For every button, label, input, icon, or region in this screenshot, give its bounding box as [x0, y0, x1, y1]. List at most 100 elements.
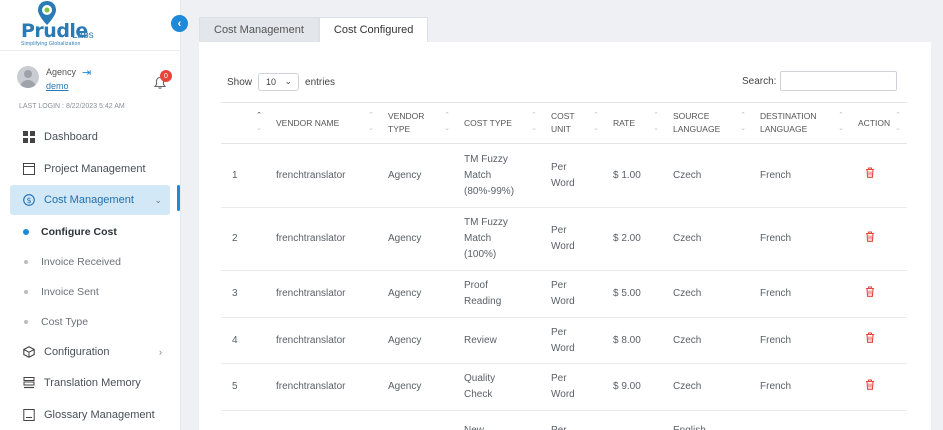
cost-unit-cell: Per Word — [543, 270, 605, 318]
trash-icon[interactable] — [865, 332, 875, 343]
action-cell — [850, 410, 907, 430]
action-cell — [850, 363, 907, 411]
col-header-action[interactable]: ACTION ⌃ ⌄ — [850, 102, 907, 144]
user-name-link[interactable]: demo — [46, 81, 69, 91]
entries-value: 10 — [266, 77, 277, 87]
action-cell — [850, 270, 907, 318]
col-header-source-language[interactable]: SOURCE LANGUAGE ⌃ ⌄ — [665, 102, 752, 144]
vendor-type-cell — [380, 410, 456, 430]
entries-label: entries — [305, 76, 336, 88]
trash-icon[interactable] — [865, 167, 875, 178]
chevron-down-icon: ⌄ — [154, 194, 162, 205]
logout-icon[interactable]: ⇥ — [82, 66, 91, 79]
entries-select[interactable]: 10 ⌄ — [258, 73, 300, 91]
col-header-rate[interactable]: RATE ⌃ ⌄ — [605, 102, 665, 144]
search-input[interactable] — [780, 71, 898, 91]
sidebar-subitem-configure-cost[interactable]: Configure Cost — [10, 217, 170, 247]
col-header-index[interactable]: ⌃ ⌄ — [221, 102, 268, 144]
sidebar-item-glossary-management[interactable]: Glossary Management — [10, 400, 170, 430]
vendor-name-cell: frenchtranslator — [268, 270, 380, 318]
vendor-name-cell: frenchtranslator — [268, 207, 380, 271]
rate-cell: $ 8.00 — [605, 317, 665, 364]
cost-unit-line: Word — [551, 296, 575, 307]
cost-type-cell: Proof Reading — [456, 270, 543, 318]
cost-unit-cell: Per — [543, 410, 605, 430]
sidebar-subitem-cost-type[interactable]: Cost Type — [10, 307, 170, 337]
rate-cell: $ 5.00 — [605, 270, 665, 318]
sort-icon: ⌃ ⌄ — [256, 112, 262, 132]
brand-tagline: Simplifying Globalization — [21, 41, 81, 47]
sidebar-subitem-label: Configure Cost — [41, 225, 117, 238]
bullet-icon — [23, 228, 29, 235]
cost-unit-line: Per — [551, 161, 567, 173]
sort-icon: ⌃ ⌄ — [653, 112, 659, 132]
stack-icon — [22, 376, 36, 390]
chevron-right-icon: › — [159, 346, 162, 357]
row-index: 5 — [221, 363, 268, 411]
trash-icon[interactable] — [865, 378, 875, 390]
tab-cost-management[interactable]: Cost Management — [199, 17, 319, 43]
sidebar-divider — [0, 50, 181, 51]
sidebar-subitem-label: Invoice Sent — [41, 285, 99, 298]
source-language-cell: Czech — [665, 270, 752, 318]
sort-icon: ⌃ ⌄ — [593, 112, 599, 132]
vendor-name-cell: frenchtranslator — [268, 317, 380, 364]
col-header-cost-type[interactable]: COST TYPE ⌃ ⌄ — [456, 102, 543, 144]
vendor-type-cell: Agency — [380, 363, 456, 411]
vendor-type-cell: Agency — [380, 270, 456, 318]
last-login: LAST LOGIN : 8/22/2023 5:42 AM — [19, 103, 125, 110]
content-panel: Show 10 ⌄ entries Search: ⌃ ⌄ VENDOR NAME… — [199, 42, 931, 430]
col-header-vendor-type[interactable]: VENDOR TYPE ⌃ ⌄ — [380, 102, 456, 144]
sidebar-item-project-management[interactable]: Project Management — [10, 154, 170, 184]
cost-unit-cell: Per Word — [543, 317, 605, 364]
destination-language-cell — [752, 410, 850, 430]
cost-unit-line: Per — [551, 326, 567, 338]
trash-icon[interactable] — [865, 285, 875, 297]
source-language-cell: Czech — [665, 317, 752, 364]
cost-type-line: Match — [464, 233, 492, 244]
entries-control: Show 10 ⌄ entries — [227, 73, 335, 91]
action-cell — [850, 143, 907, 208]
destination-language-cell: French — [752, 363, 850, 411]
table-row: New Per English — [221, 410, 907, 430]
notification-badge: 0 — [160, 70, 172, 82]
sidebar-item-label: Cost Management — [44, 194, 134, 206]
sidebar: Prudle Labs Simplifying Globalization Ag… — [0, 0, 181, 430]
col-header-destination-language[interactable]: DESTINATION LANGUAGE ⌃ ⌄ — [752, 102, 850, 144]
brand-logo[interactable]: Prudle Labs Simplifying Globalization — [20, 0, 140, 50]
table-row: 2 frenchtranslator Agency TM Fuzzy Match (100… — [221, 207, 907, 271]
cost-type-cell: Quality Check — [456, 363, 543, 411]
sidebar-item-translation-memory[interactable]: Translation Memory — [10, 368, 170, 398]
sidebar-item-label: Glossary Management — [44, 408, 155, 421]
trash-icon[interactable] — [865, 230, 875, 242]
sort-icon: ⌃ ⌄ — [368, 112, 374, 132]
sidebar-subitem-label: Cost Type — [41, 315, 89, 328]
cost-type-cell: TM Fuzzy Match (100%) — [456, 207, 543, 271]
sidebar-item-configuration[interactable]: Configuration › — [10, 337, 170, 367]
avatar[interactable] — [17, 66, 39, 88]
sidebar-nav: Dashboard Project Management $ Cost Mana… — [10, 122, 170, 430]
sidebar-subitem-invoice-received[interactable]: Invoice Received — [10, 247, 170, 277]
window-icon — [22, 162, 36, 176]
tab-bar: Cost Management Cost Configured — [199, 17, 429, 43]
cost-type-line: TM Fuzzy — [464, 217, 508, 228]
cost-type-line: TM Fuzzy — [464, 153, 508, 165]
vendor-name-cell: frenchtranslator — [268, 143, 380, 208]
destination-language-cell: French — [752, 143, 850, 208]
destination-language-cell: French — [752, 270, 850, 318]
tab-cost-configured[interactable]: Cost Configured — [318, 17, 429, 43]
rate-cell: $ 1.00 — [605, 143, 665, 208]
action-cell — [850, 317, 907, 364]
sidebar-item-cost-management[interactable]: $ Cost Management ⌄ — [10, 185, 170, 215]
cost-type-cell: Review — [456, 317, 543, 364]
col-header-vendor-name[interactable]: VENDOR NAME ⌃ ⌄ — [268, 102, 380, 144]
cost-type-line: Proof — [464, 280, 488, 291]
cost-type-line: Review — [464, 334, 497, 346]
destination-language-cell: French — [752, 317, 850, 364]
sidebar-subitem-invoice-sent[interactable]: Invoice Sent — [10, 277, 170, 307]
cost-type-line: (80%-99%) — [464, 185, 515, 197]
col-header-cost-unit[interactable]: COST UNIT ⌃ ⌄ — [543, 102, 605, 144]
sidebar-item-dashboard[interactable]: Dashboard — [10, 122, 170, 152]
collapse-sidebar-button[interactable]: ‹ — [171, 15, 188, 32]
destination-language-cell: French — [752, 207, 850, 271]
